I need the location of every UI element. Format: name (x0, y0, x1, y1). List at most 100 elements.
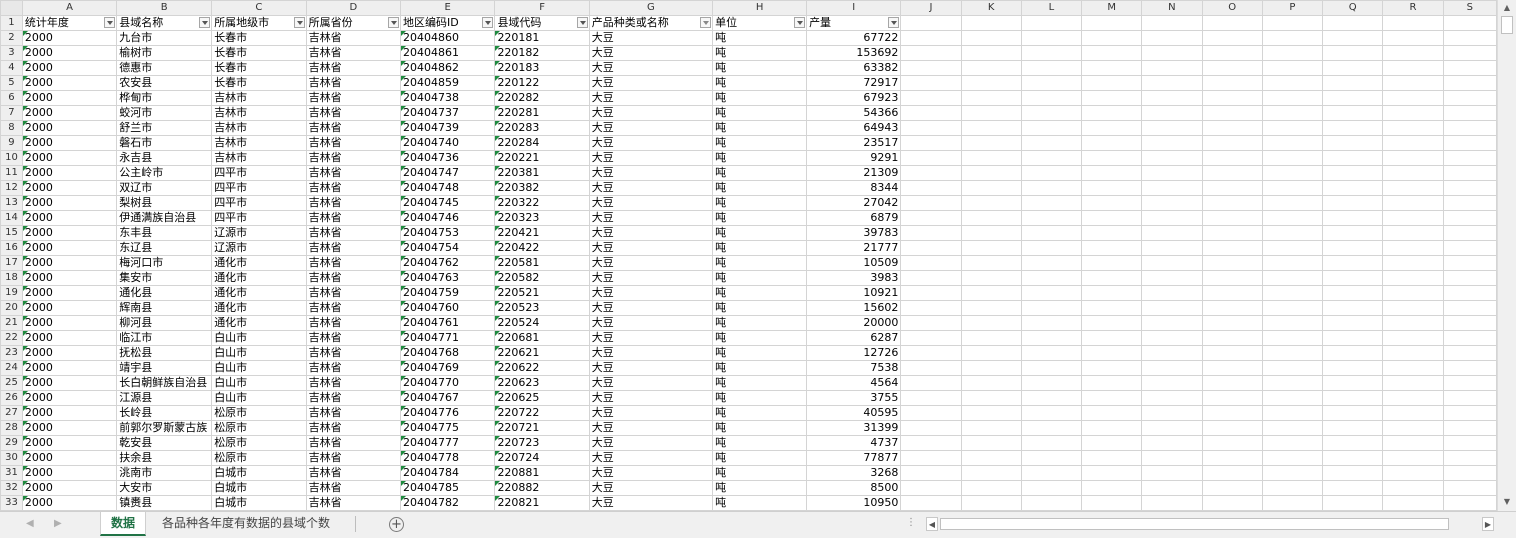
table-cell[interactable]: 通化市 (211, 300, 307, 316)
column-header[interactable]: C (211, 0, 307, 16)
table-cell[interactable]: 吉林省 (305, 360, 401, 376)
table-cell[interactable]: 吨 (712, 480, 808, 496)
empty-cell[interactable] (1322, 165, 1384, 181)
empty-cell[interactable] (1020, 180, 1083, 196)
table-cell[interactable]: 2000 (21, 225, 118, 241)
empty-cell[interactable] (1261, 225, 1324, 241)
empty-cell[interactable] (1141, 405, 1203, 421)
empty-cell[interactable] (1382, 195, 1444, 211)
table-cell[interactable]: 吉林省 (305, 465, 401, 481)
empty-cell[interactable] (1080, 105, 1143, 121)
empty-cell[interactable] (1322, 180, 1384, 196)
row-number[interactable]: 27 (0, 405, 23, 421)
empty-cell[interactable] (1080, 465, 1143, 481)
empty-cell[interactable] (1322, 360, 1384, 376)
header-cell[interactable]: 统计年度 (21, 15, 118, 31)
row-number[interactable]: 15 (0, 225, 23, 241)
table-cell[interactable]: 白山市 (211, 330, 307, 346)
table-cell[interactable]: 吉林省 (305, 495, 401, 511)
empty-cell[interactable] (1382, 60, 1444, 76)
empty-cell[interactable] (1382, 240, 1444, 256)
empty-cell[interactable] (960, 450, 1022, 466)
scroll-right-icon[interactable]: ▶ (1482, 517, 1494, 531)
empty-cell[interactable] (960, 90, 1022, 106)
table-cell[interactable]: 220183 (494, 60, 590, 76)
table-cell[interactable]: 63382 (806, 60, 902, 76)
empty-cell[interactable] (960, 105, 1022, 121)
empty-cell[interactable] (1080, 60, 1143, 76)
table-cell[interactable]: 大豆 (588, 465, 714, 481)
empty-cell[interactable] (960, 315, 1022, 331)
table-cell[interactable]: 辉南县 (116, 300, 213, 316)
empty-cell[interactable] (1020, 330, 1083, 346)
empty-cell[interactable] (1261, 330, 1324, 346)
filter-dropdown-icon[interactable] (700, 17, 712, 28)
column-header[interactable]: J (900, 0, 962, 16)
empty-cell[interactable] (1020, 405, 1083, 421)
empty-cell[interactable] (1020, 300, 1083, 316)
table-cell[interactable]: 220382 (494, 180, 590, 196)
empty-cell[interactable] (1322, 75, 1384, 91)
empty-cell[interactable] (1382, 465, 1444, 481)
empty-cell[interactable] (960, 135, 1022, 151)
empty-cell[interactable] (1201, 45, 1263, 61)
empty-cell[interactable] (1201, 180, 1263, 196)
empty-cell[interactable] (1141, 75, 1203, 91)
empty-cell[interactable] (1020, 255, 1083, 271)
empty-cell[interactable] (1322, 270, 1384, 286)
empty-cell[interactable] (1141, 240, 1203, 256)
empty-cell[interactable] (1322, 255, 1384, 271)
empty-cell[interactable] (1442, 345, 1497, 361)
table-cell[interactable]: 10509 (806, 255, 902, 271)
row-number[interactable]: 20 (0, 300, 23, 316)
table-cell[interactable]: 松原市 (211, 405, 307, 421)
table-cell[interactable]: 大豆 (588, 480, 714, 496)
empty-cell[interactable] (1141, 225, 1203, 241)
table-cell[interactable]: 2000 (21, 345, 118, 361)
empty-cell[interactable] (1382, 30, 1444, 46)
table-cell[interactable]: 20404737 (399, 105, 496, 121)
empty-cell[interactable] (1020, 60, 1083, 76)
empty-cell[interactable] (1382, 330, 1444, 346)
table-cell[interactable]: 2000 (21, 75, 118, 91)
empty-cell[interactable] (960, 375, 1022, 391)
empty-cell[interactable] (1201, 120, 1263, 136)
empty-cell[interactable] (960, 345, 1022, 361)
table-cell[interactable]: 东丰县 (116, 225, 213, 241)
table-cell[interactable]: 8500 (806, 480, 902, 496)
empty-cell[interactable] (1141, 450, 1203, 466)
table-cell[interactable]: 乾安县 (116, 435, 213, 451)
table-cell[interactable]: 大豆 (588, 285, 714, 301)
table-cell[interactable]: 220221 (494, 150, 590, 166)
table-cell[interactable]: 2000 (21, 270, 118, 286)
column-header[interactable]: F (494, 0, 590, 16)
empty-cell[interactable] (1322, 465, 1384, 481)
table-cell[interactable]: 6879 (806, 210, 902, 226)
table-cell[interactable]: 白城市 (211, 480, 307, 496)
empty-cell[interactable] (1080, 495, 1143, 511)
table-cell[interactable]: 220724 (494, 450, 590, 466)
empty-cell[interactable] (1322, 210, 1384, 226)
empty-cell[interactable] (1442, 330, 1497, 346)
table-cell[interactable]: 20404862 (399, 60, 496, 76)
empty-cell[interactable] (1201, 150, 1263, 166)
empty-cell[interactable] (1080, 435, 1143, 451)
table-cell[interactable]: 吨 (712, 285, 808, 301)
table-cell[interactable]: 21777 (806, 240, 902, 256)
empty-cell[interactable] (1141, 270, 1203, 286)
empty-cell[interactable] (1382, 420, 1444, 436)
table-cell[interactable]: 磐石市 (116, 135, 213, 151)
empty-cell[interactable] (1020, 30, 1083, 46)
table-cell[interactable]: 吨 (712, 60, 808, 76)
table-cell[interactable]: 大豆 (588, 420, 714, 436)
table-cell[interactable]: 20404746 (399, 210, 496, 226)
table-cell[interactable]: 吉林省 (305, 75, 401, 91)
table-cell[interactable]: 大豆 (588, 330, 714, 346)
table-cell[interactable]: 大豆 (588, 300, 714, 316)
table-cell[interactable]: 20404768 (399, 345, 496, 361)
table-cell[interactable]: 大豆 (588, 255, 714, 271)
table-cell[interactable]: 2000 (21, 210, 118, 226)
table-cell[interactable]: 通化县 (116, 285, 213, 301)
header-cell[interactable]: 县域名称 (116, 15, 213, 31)
empty-cell[interactable] (1201, 135, 1263, 151)
